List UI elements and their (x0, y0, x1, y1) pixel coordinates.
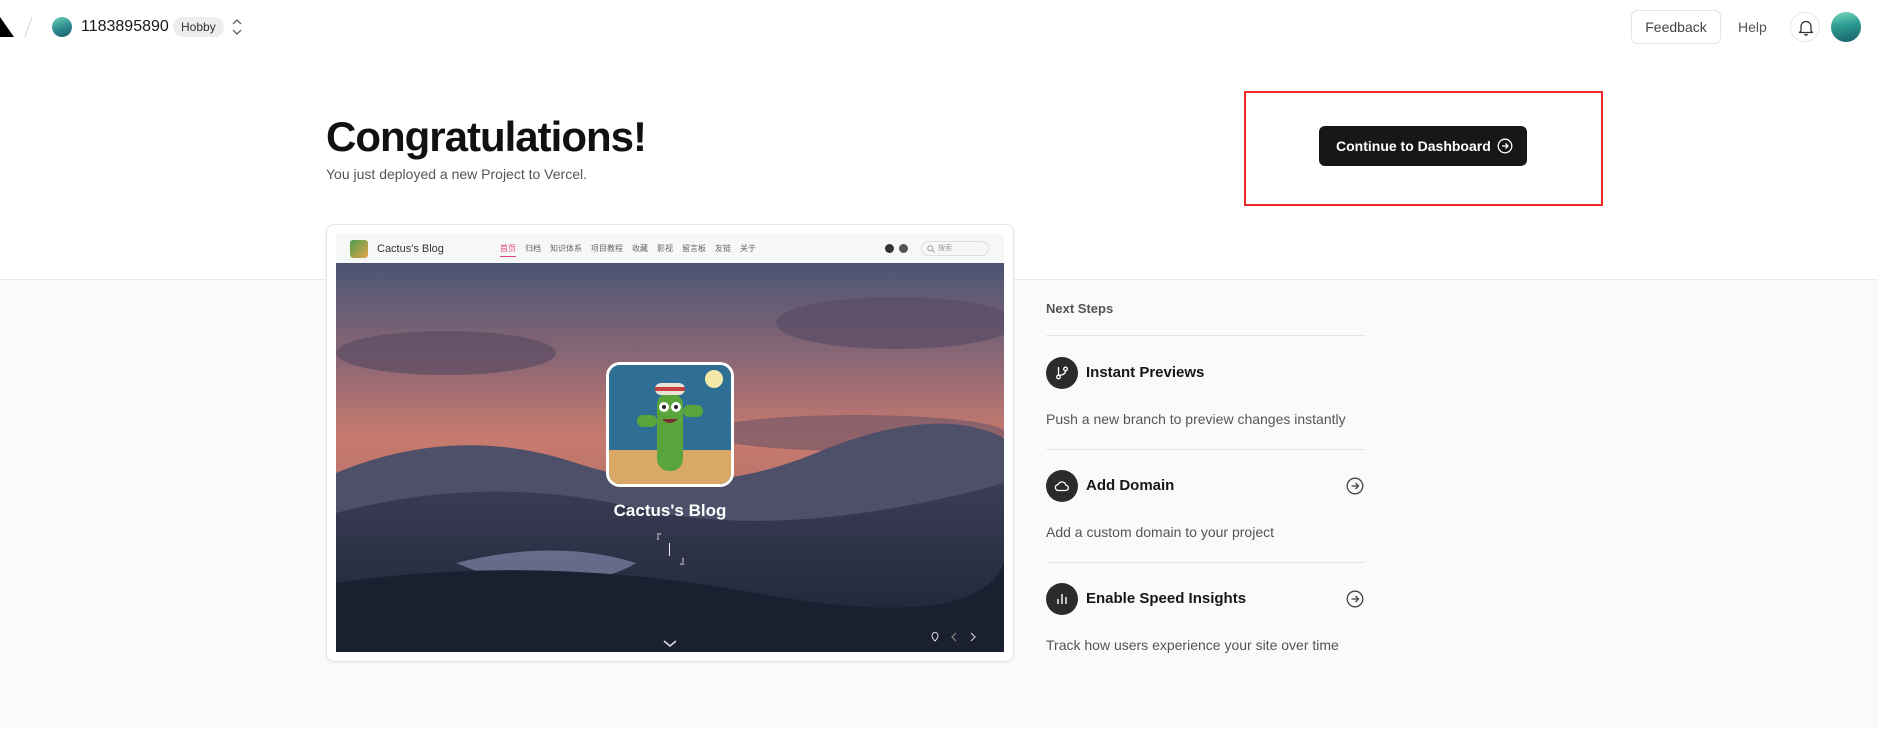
blog-site-name: Cactus's Blog (377, 243, 444, 255)
blog-menu-item: 知识体系 (550, 244, 582, 253)
feedback-button[interactable]: Feedback (1631, 10, 1721, 44)
blog-quote-open: 『 (651, 534, 661, 545)
blog-menu-item: 收藏 (632, 244, 648, 253)
step-title-add-domain[interactable]: Add Domain (1086, 476, 1174, 496)
divider (1046, 449, 1365, 450)
continue-button-label: Continue to Dashboard (1336, 138, 1491, 154)
arrow-right-circle-icon[interactable] (1346, 477, 1364, 495)
divider (1046, 562, 1365, 563)
blog-search-placeholder: 搜索 (938, 245, 952, 252)
team-avatar[interactable] (52, 17, 72, 37)
location-pin-icon (931, 632, 939, 642)
user-avatar[interactable] (1831, 12, 1861, 42)
blog-menu-item: 关于 (740, 244, 756, 253)
cloud-icon (1054, 481, 1069, 492)
help-link[interactable]: Help (1738, 10, 1767, 44)
vercel-logo-icon[interactable] (0, 17, 14, 37)
step-description: Track how users experience your site ove… (1046, 637, 1339, 653)
blog-logo (350, 240, 368, 258)
continue-to-dashboard-button[interactable]: Continue to Dashboard (1319, 126, 1527, 166)
blog-menu-item: 友链 (715, 244, 731, 253)
blog-menu: 首页 归档 知识体系 项目教程 收藏 影视 留言板 友链 关于 (500, 244, 756, 257)
blog-hero-title: Cactus's Blog (613, 501, 727, 520)
arrow-right-circle-icon (1497, 138, 1513, 154)
step-icon-add-domain (1046, 470, 1078, 502)
chevron-left-icon (951, 632, 957, 642)
bar-chart-icon (1057, 594, 1067, 604)
blog-menu-item: 影视 (657, 244, 673, 253)
github-icon (885, 244, 894, 253)
blog-menu-item: 留言板 (682, 244, 706, 253)
notifications-button[interactable] (1790, 12, 1820, 42)
step-icon-instant-previews (1046, 357, 1078, 389)
chevron-right-icon (970, 632, 976, 642)
git-branch-icon (1056, 366, 1068, 380)
deployment-preview-card[interactable]: Cactus's Blog 『 』 Cactus's Blog 首页 归档 知识… (326, 224, 1014, 662)
blog-menu-item: 首页 (500, 244, 516, 257)
page-title: Congratulations! (326, 113, 647, 160)
bell-icon (1798, 20, 1814, 36)
blog-search-box: 搜索 (921, 241, 989, 256)
search-icon (927, 245, 935, 253)
step-icon-speed-insights (1046, 583, 1078, 615)
breadcrumb-separator (24, 16, 33, 38)
chat-icon (899, 244, 908, 253)
deployment-screenshot: Cactus's Blog 『 』 Cactus's Blog 首页 归档 知识… (336, 234, 1004, 652)
top-header: 1183895890 Hobby Feedback Help (0, 0, 1878, 54)
blog-menu-item: 项目教程 (591, 244, 623, 253)
typing-cursor (669, 543, 670, 556)
chevron-down-icon (663, 640, 677, 648)
next-steps-heading: Next Steps (1046, 301, 1114, 316)
blog-menu-item: 归档 (525, 244, 541, 253)
plan-badge: Hobby (173, 17, 224, 37)
page-subtitle: You just deployed a new Project to Verce… (326, 166, 587, 182)
blog-quote-close: 』 (680, 556, 690, 567)
blog-corner-controls (931, 632, 977, 642)
blog-navbar: Cactus's Blog 首页 归档 知识体系 项目教程 收藏 影视 留言板 … (336, 234, 1004, 263)
cactus-avatar-image (606, 362, 734, 487)
arrow-right-circle-icon[interactable] (1346, 590, 1364, 608)
team-name[interactable]: 1183895890 (81, 17, 169, 37)
step-title-speed-insights[interactable]: Enable Speed Insights (1086, 589, 1246, 609)
step-description: Add a custom domain to your project (1046, 524, 1275, 540)
divider (1046, 335, 1365, 336)
step-title-instant-previews[interactable]: Instant Previews (1086, 363, 1204, 383)
step-description: Push a new branch to preview changes ins… (1046, 411, 1346, 427)
chevron-up-down-icon[interactable] (229, 16, 245, 38)
